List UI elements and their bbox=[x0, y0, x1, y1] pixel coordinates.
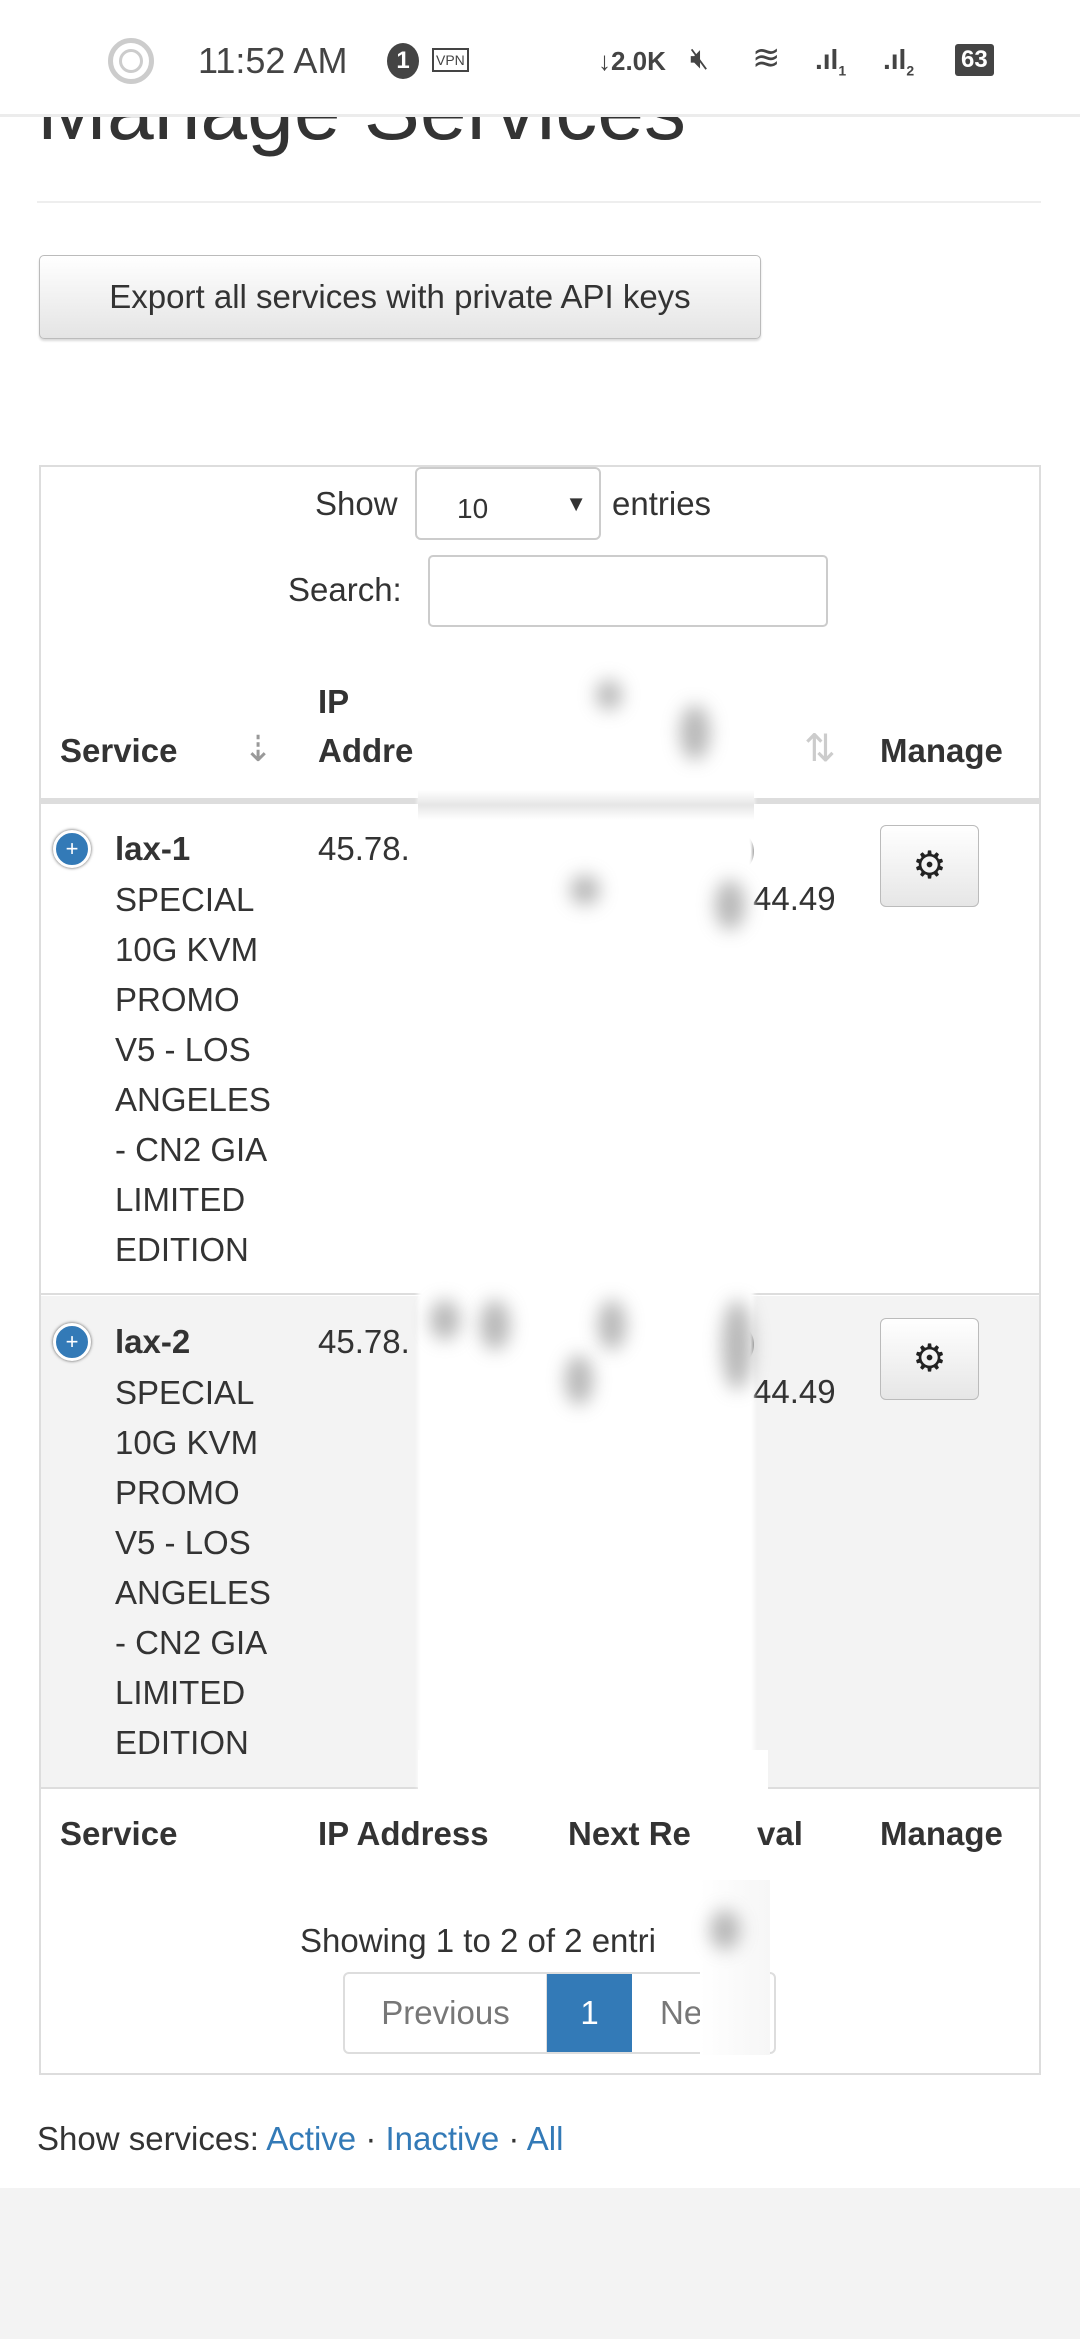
previous-button[interactable]: Previous bbox=[345, 1974, 547, 2052]
separator: · bbox=[365, 2120, 377, 2157]
signal-sim2-icon: .ıl2 bbox=[883, 44, 915, 79]
column-header-manage: Manage bbox=[880, 732, 1003, 769]
sort-desc-icon[interactable]: ⇣ bbox=[243, 728, 273, 770]
desc-line: - CN2 GIA bbox=[115, 1131, 268, 1168]
show-services-label: Show services: bbox=[37, 2120, 259, 2157]
notification-count-icon: 1 bbox=[387, 43, 419, 79]
filter-all-link[interactable]: All bbox=[527, 2120, 564, 2157]
footer-header-service: Service bbox=[60, 1815, 178, 1852]
desc-line: LIMITED bbox=[115, 1674, 246, 1711]
circle-status-icon bbox=[108, 38, 154, 84]
redaction-blur bbox=[565, 1355, 593, 1405]
gear-icon: ⚙ bbox=[912, 1338, 947, 1380]
clock: 11:52 AM bbox=[198, 40, 348, 81]
desc-line: PROMO bbox=[115, 981, 240, 1018]
ip-tail: 44.49 bbox=[753, 880, 836, 917]
page: Manage Services Export all services with… bbox=[0, 0, 1080, 2188]
battery-icon: 63 bbox=[955, 44, 994, 76]
gear-icon: ⚙ bbox=[912, 845, 947, 887]
redaction-blur bbox=[715, 880, 745, 930]
footer-header-renewal-end: val bbox=[757, 1815, 803, 1852]
footer-header-manage: Manage bbox=[880, 1815, 1003, 1852]
expand-row-icon[interactable]: + bbox=[53, 1323, 91, 1361]
status-bar: 11:52 AM 1 VPN ↓2.0K 🔇︎ ≋ .ıl1 .ıl2 63 bbox=[0, 0, 1080, 117]
desc-line: - CN2 GIA bbox=[115, 1624, 268, 1661]
desc-line: 10G KVM bbox=[115, 1424, 259, 1461]
redaction-blur bbox=[480, 1300, 510, 1350]
desc-line: EDITION bbox=[115, 1724, 249, 1761]
expand-row-icon[interactable]: + bbox=[53, 830, 91, 868]
search-input[interactable] bbox=[428, 555, 828, 627]
footer-header-renewal-start: Next Re bbox=[568, 1815, 691, 1852]
mute-icon: 🔇︎ bbox=[690, 42, 709, 75]
redacted-region bbox=[418, 1750, 768, 1805]
column-header-ip-line2[interactable]: Addre bbox=[318, 732, 413, 770]
page-1-button[interactable]: 1 bbox=[547, 1974, 632, 2052]
divider bbox=[37, 201, 1041, 203]
redaction-blur bbox=[596, 680, 622, 710]
service-name[interactable]: lax-1 bbox=[115, 830, 190, 868]
redaction-blur bbox=[570, 875, 600, 905]
service-name[interactable]: lax-2 bbox=[115, 1323, 190, 1361]
filter-inactive-link[interactable]: Inactive bbox=[386, 2120, 500, 2157]
desc-line: ANGELES bbox=[115, 1081, 271, 1118]
table-info: Showing 1 to 2 of 2 entri bbox=[300, 1922, 656, 1959]
manage-gear-button[interactable]: ⚙ bbox=[880, 1318, 979, 1400]
redaction-blur bbox=[430, 1300, 460, 1340]
filter-active-link[interactable]: Active bbox=[266, 2120, 356, 2157]
ip-tail: 44.49 bbox=[753, 1373, 836, 1410]
redacted-region bbox=[418, 790, 754, 820]
sort-both-icon[interactable]: ⇅ bbox=[804, 726, 836, 771]
column-header-service[interactable]: Service bbox=[60, 732, 177, 770]
ip-address: 45.78. bbox=[318, 1323, 410, 1360]
redaction-blur bbox=[680, 705, 710, 760]
redaction-blur bbox=[710, 1910, 740, 1950]
separator: · bbox=[508, 2120, 520, 2157]
redacted-region bbox=[700, 1880, 770, 2055]
desc-line: SPECIAL bbox=[115, 1374, 255, 1411]
desc-line: 10G KVM bbox=[115, 931, 259, 968]
show-label: Show bbox=[315, 485, 398, 522]
redaction-blur bbox=[598, 1300, 626, 1350]
entries-label: entries bbox=[612, 485, 712, 522]
desc-line: EDITION bbox=[115, 1231, 249, 1268]
redacted-region bbox=[418, 655, 754, 1789]
dropdown-arrow-icon: ▼ bbox=[565, 491, 587, 516]
ip-address: 45.78. bbox=[318, 830, 410, 867]
desc-line: V5 - LOS bbox=[115, 1031, 251, 1068]
entries-value: 10 bbox=[457, 493, 489, 524]
export-services-button[interactable]: Export all services with private API key… bbox=[39, 255, 761, 339]
wifi-icon: ≋ bbox=[752, 39, 781, 77]
desc-line: V5 - LOS bbox=[115, 1524, 251, 1561]
desc-line: SPECIAL bbox=[115, 881, 255, 918]
signal-sim1-icon: .ıl1 bbox=[815, 44, 847, 79]
manage-gear-button[interactable]: ⚙ bbox=[880, 825, 979, 907]
desc-line: PROMO bbox=[115, 1474, 240, 1511]
redacted-region bbox=[722, 1805, 756, 1860]
footer-header-ip: IP Address bbox=[318, 1815, 489, 1852]
download-speed: ↓2.0K bbox=[598, 46, 666, 76]
redaction-blur bbox=[722, 1300, 752, 1390]
vpn-icon: VPN bbox=[432, 48, 469, 72]
show-services-filter: Show services: Active · Inactive · All bbox=[37, 2120, 563, 2158]
service-description: SPECIAL 10G KVM PROMO V5 - LOS ANGELES - CN2 … bbox=[115, 1368, 271, 1768]
entries-select[interactable]: 10 ▼ bbox=[415, 467, 601, 540]
column-header-ip-line1[interactable]: IP bbox=[318, 683, 349, 721]
search-label: Search: bbox=[288, 571, 402, 608]
service-description: SPECIAL 10G KVM PROMO V5 - LOS ANGELES - CN2 … bbox=[115, 875, 271, 1275]
desc-line: ANGELES bbox=[115, 1574, 271, 1611]
desc-line: LIMITED bbox=[115, 1181, 246, 1218]
